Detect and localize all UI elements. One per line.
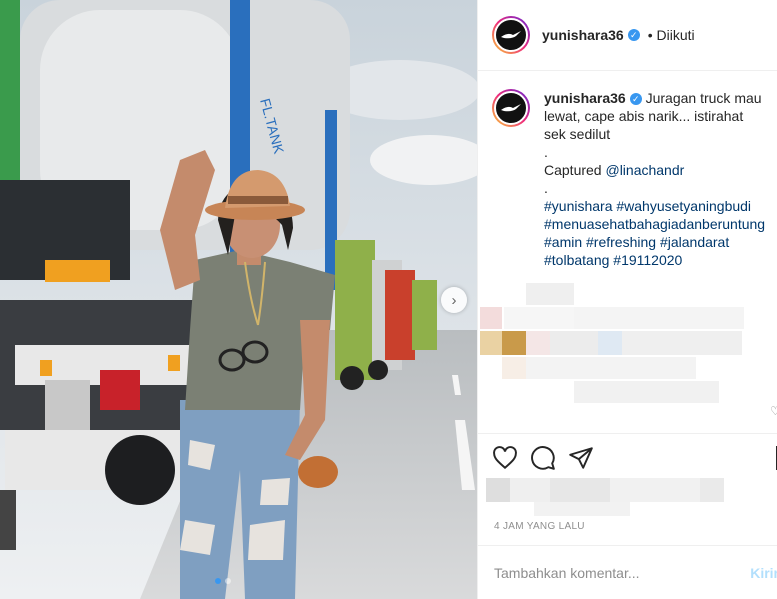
chevron-right-icon: › xyxy=(451,291,457,309)
add-comment-bar: Kirim xyxy=(478,545,777,599)
carousel-dot xyxy=(215,578,221,584)
caption-dot: . xyxy=(544,144,548,160)
verified-badge-icon: ✓ xyxy=(627,29,640,41)
caption-avatar[interactable] xyxy=(492,89,530,127)
comments-area: yunishara36 ✓ Juragan truck mau lewat, ca… xyxy=(478,71,777,433)
verified-badge-icon: ✓ xyxy=(629,93,642,105)
paper-plane-icon[interactable] xyxy=(568,445,594,471)
post-side-panel: yunishara36 ✓ • Diikuti yunishara36 ✓ Jur… xyxy=(477,0,777,599)
caption: yunishara36 ✓ Juragan truck mau lewat, ca… xyxy=(478,71,777,269)
avatar[interactable] xyxy=(492,16,530,54)
captured-label: Captured xyxy=(544,162,602,178)
caption-username[interactable]: yunishara36 xyxy=(544,90,626,106)
comment-input[interactable] xyxy=(494,564,744,581)
comment-bubble-icon[interactable] xyxy=(530,445,556,471)
heart-icon[interactable] xyxy=(492,445,518,471)
post-timestamp[interactable]: 4 JAM YANG LALU xyxy=(494,521,585,532)
photo-illustration: FL.TANK xyxy=(0,0,477,599)
bird-logo-icon xyxy=(501,104,521,112)
caption-dot: . xyxy=(544,180,548,196)
header-username[interactable]: yunishara36 xyxy=(542,27,624,43)
carousel-next-button[interactable]: › xyxy=(441,287,467,313)
carousel-dot xyxy=(225,578,231,584)
caption-text: yunishara36 ✓ Juragan truck mau lewat, ca… xyxy=(544,89,765,269)
post-photo[interactable]: FL.TANK › xyxy=(0,0,477,599)
comment-like-icon[interactable]: ♡ xyxy=(770,404,777,418)
bird-logo-icon xyxy=(501,31,521,39)
action-bar xyxy=(478,433,777,472)
follow-status[interactable]: • Diikuti xyxy=(648,27,695,43)
captured-mention-link[interactable]: @linachandr xyxy=(605,162,684,178)
carousel-indicator xyxy=(215,578,231,584)
hashtags-link[interactable]: #yunishara #wahyusetyaningbudi #menuaseh… xyxy=(544,197,765,269)
post-header: yunishara36 ✓ • Diikuti xyxy=(478,0,777,71)
post-comment-button[interactable]: Kirim xyxy=(750,565,777,581)
